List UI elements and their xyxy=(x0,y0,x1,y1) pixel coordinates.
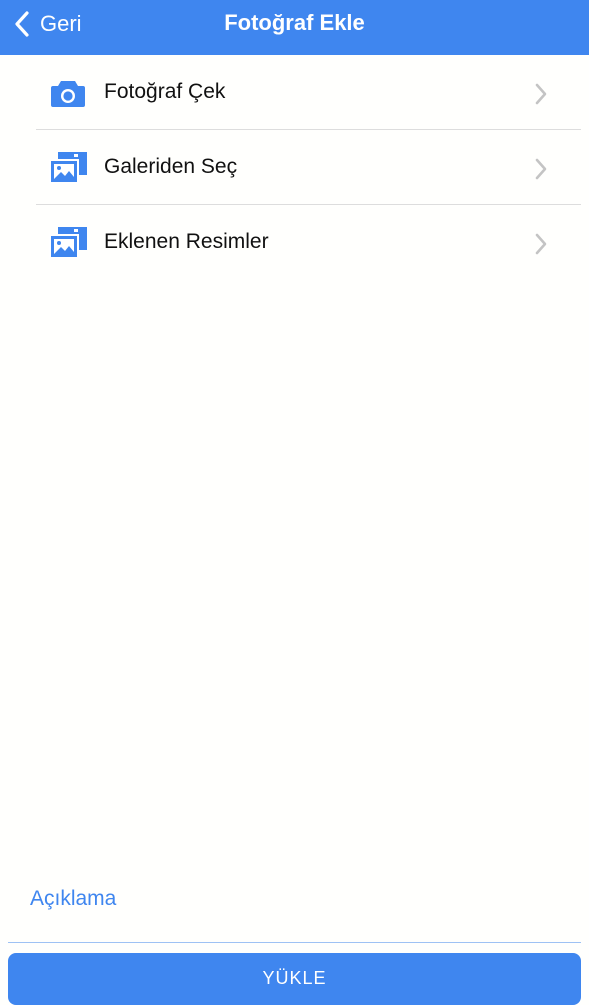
menu-item-take-photo[interactable]: Fotoğraf Çek xyxy=(0,55,589,130)
upload-button[interactable]: YÜKLE xyxy=(8,953,581,1005)
menu-item-label: Fotoğraf Çek xyxy=(104,80,226,103)
camera-icon xyxy=(48,73,88,113)
menu-item-added-images[interactable]: Eklenen Resimler xyxy=(0,205,589,280)
menu-item-choose-from-gallery[interactable]: Galeriden Seç xyxy=(0,130,589,205)
gallery-icon xyxy=(48,223,88,263)
chevron-right-icon xyxy=(535,233,547,255)
description-field[interactable]: Açıklama xyxy=(30,887,116,911)
photo-source-menu: Fotoğraf Çek Galeriden Seç Eklenen Resim… xyxy=(0,55,589,280)
chevron-right-icon xyxy=(535,158,547,180)
page-title: Fotoğraf Ekle xyxy=(224,10,365,35)
description-underline xyxy=(8,942,581,943)
chevron-right-icon xyxy=(535,83,547,105)
gallery-icon xyxy=(48,148,88,188)
menu-item-label: Galeriden Seç xyxy=(104,155,238,178)
navigation-bar: Geri Fotoğraf Ekle xyxy=(0,0,589,55)
menu-item-label: Eklenen Resimler xyxy=(104,230,269,253)
